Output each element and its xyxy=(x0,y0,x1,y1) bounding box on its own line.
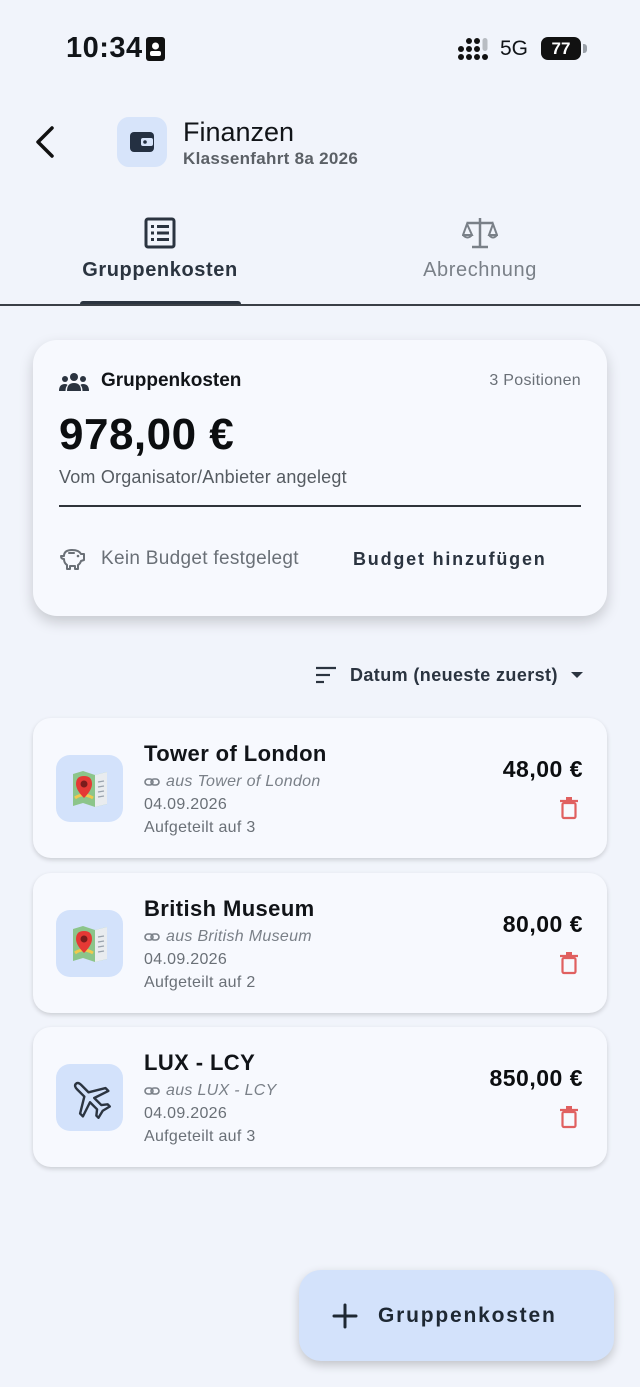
add-budget-button[interactable]: Budget hinzufügen xyxy=(353,549,547,570)
expense-amount: 48,00 € xyxy=(502,756,583,782)
map-icon xyxy=(72,770,107,807)
plus-icon xyxy=(332,1303,358,1328)
expense-source: aus British Museum xyxy=(144,928,312,946)
caret-down-icon xyxy=(570,672,583,678)
tab-gruppenkosten-label: Gruppenkosten xyxy=(82,259,238,281)
airplane-icon xyxy=(73,1081,111,1119)
expense-source-text: aus LUX - LCY xyxy=(166,1082,277,1099)
budget-status: Kein Budget festgelegt xyxy=(101,548,299,569)
sort-label: Datum (neueste zuerst) xyxy=(350,664,558,685)
expense-amount: 80,00 € xyxy=(502,911,583,937)
summary-card: Gruppenkosten 3 Positionen 978,00 € Vom … xyxy=(33,340,607,616)
group-icon xyxy=(59,373,89,391)
summary-divider xyxy=(59,505,581,507)
list-icon xyxy=(144,217,176,249)
expense-name: Tower of London xyxy=(144,741,327,766)
expense-thumb xyxy=(56,1064,123,1131)
fab-label: Gruppenkosten xyxy=(378,1303,557,1327)
summary-title: Gruppenkosten xyxy=(101,370,242,391)
trash-icon[interactable] xyxy=(559,951,579,975)
signal-icon xyxy=(458,38,488,60)
tab-abrechnung[interactable]: Abrechnung xyxy=(320,210,640,306)
summary-total: 978,00 € xyxy=(59,410,235,459)
battery-icon: 77 xyxy=(541,37,587,60)
summary-count: 3 Positionen xyxy=(489,372,581,389)
expense-amount: 850,00 € xyxy=(489,1065,583,1091)
piggy-bank-icon xyxy=(60,549,85,570)
scale-icon xyxy=(462,218,498,249)
battery-level: 77 xyxy=(541,37,581,60)
summary-note: Vom Organisator/Anbieter angelegt xyxy=(59,467,347,487)
expense-split: Aufgeteilt auf 3 xyxy=(144,1128,256,1145)
expense-item[interactable]: LUX - LCY aus LUX - LCY 04.09.2026 Aufge… xyxy=(33,1027,607,1167)
wallet-icon xyxy=(130,132,154,152)
tab-abrechnung-label: Abrechnung xyxy=(423,259,537,281)
sort-icon xyxy=(316,666,336,684)
expense-source-text: aus Tower of London xyxy=(166,773,321,790)
tab-gruppenkosten[interactable]: Gruppenkosten xyxy=(0,210,320,306)
expense-source-text: aus British Museum xyxy=(166,928,312,945)
link-icon xyxy=(144,1087,160,1095)
network-label: 5G xyxy=(500,37,529,60)
trash-icon[interactable] xyxy=(559,796,579,820)
battery-cap xyxy=(583,44,587,53)
status-bar: 10:34 5G 77 xyxy=(0,0,640,96)
wallet-badge xyxy=(117,117,167,167)
expense-split: Aufgeteilt auf 3 xyxy=(144,819,256,836)
expense-item[interactable]: British Museum aus British Museum 04.09.… xyxy=(33,873,607,1013)
expense-date: 04.09.2026 xyxy=(144,1105,228,1122)
map-icon xyxy=(72,925,107,962)
link-icon xyxy=(144,778,160,786)
page-subtitle: Klassenfahrt 8a 2026 xyxy=(183,149,359,168)
expense-split: Aufgeteilt auf 2 xyxy=(144,974,256,991)
tab-divider xyxy=(0,304,640,306)
expense-item[interactable]: Tower of London aus Tower of London 04.0… xyxy=(33,718,607,858)
page-title: Finanzen xyxy=(183,117,295,147)
expense-source: aus Tower of London xyxy=(144,773,321,791)
expense-name: British Museum xyxy=(144,896,315,921)
expense-source: aus LUX - LCY xyxy=(144,1082,277,1100)
status-time: 10:34 xyxy=(66,32,143,64)
back-arrow-icon[interactable] xyxy=(30,122,64,162)
trash-icon[interactable] xyxy=(559,1105,579,1129)
expense-date: 04.09.2026 xyxy=(144,796,228,813)
add-group-cost-button[interactable]: Gruppenkosten xyxy=(299,1270,614,1361)
sort-dropdown[interactable]: Datum (neueste zuerst) xyxy=(314,662,584,688)
expense-name: LUX - LCY xyxy=(144,1050,256,1075)
link-icon xyxy=(144,933,160,941)
id-card-icon xyxy=(146,37,165,61)
expense-thumb xyxy=(56,910,123,977)
expense-thumb xyxy=(56,755,123,822)
expense-date: 04.09.2026 xyxy=(144,951,228,968)
